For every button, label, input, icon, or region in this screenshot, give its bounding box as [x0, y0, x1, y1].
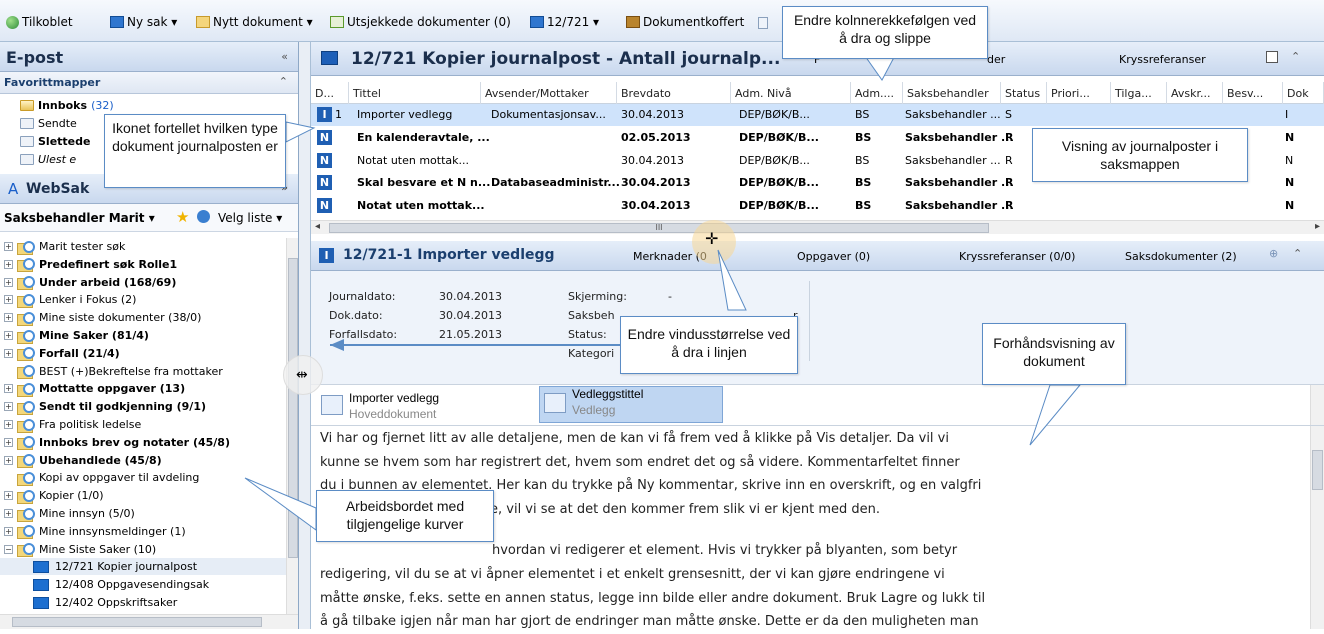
- callout-icon-type: Ikonet fortellet hvilken type dokument j…: [104, 114, 286, 188]
- callout-pointers: [244, 45, 1082, 531]
- callout-preview: Forhåndsvisning av dokument: [982, 323, 1126, 385]
- callout-resize: Endre vindusstørrelse ved å dra i linjen: [620, 316, 798, 374]
- callout-journal-view: Visning av journalposter i saksmappen: [1032, 128, 1248, 182]
- callout-column-order: Endre kolnnerekkefølgen ved å dra og sli…: [782, 6, 988, 59]
- callout-workbench: Arbeidsbordet med tilgjengelige kurver: [316, 490, 494, 542]
